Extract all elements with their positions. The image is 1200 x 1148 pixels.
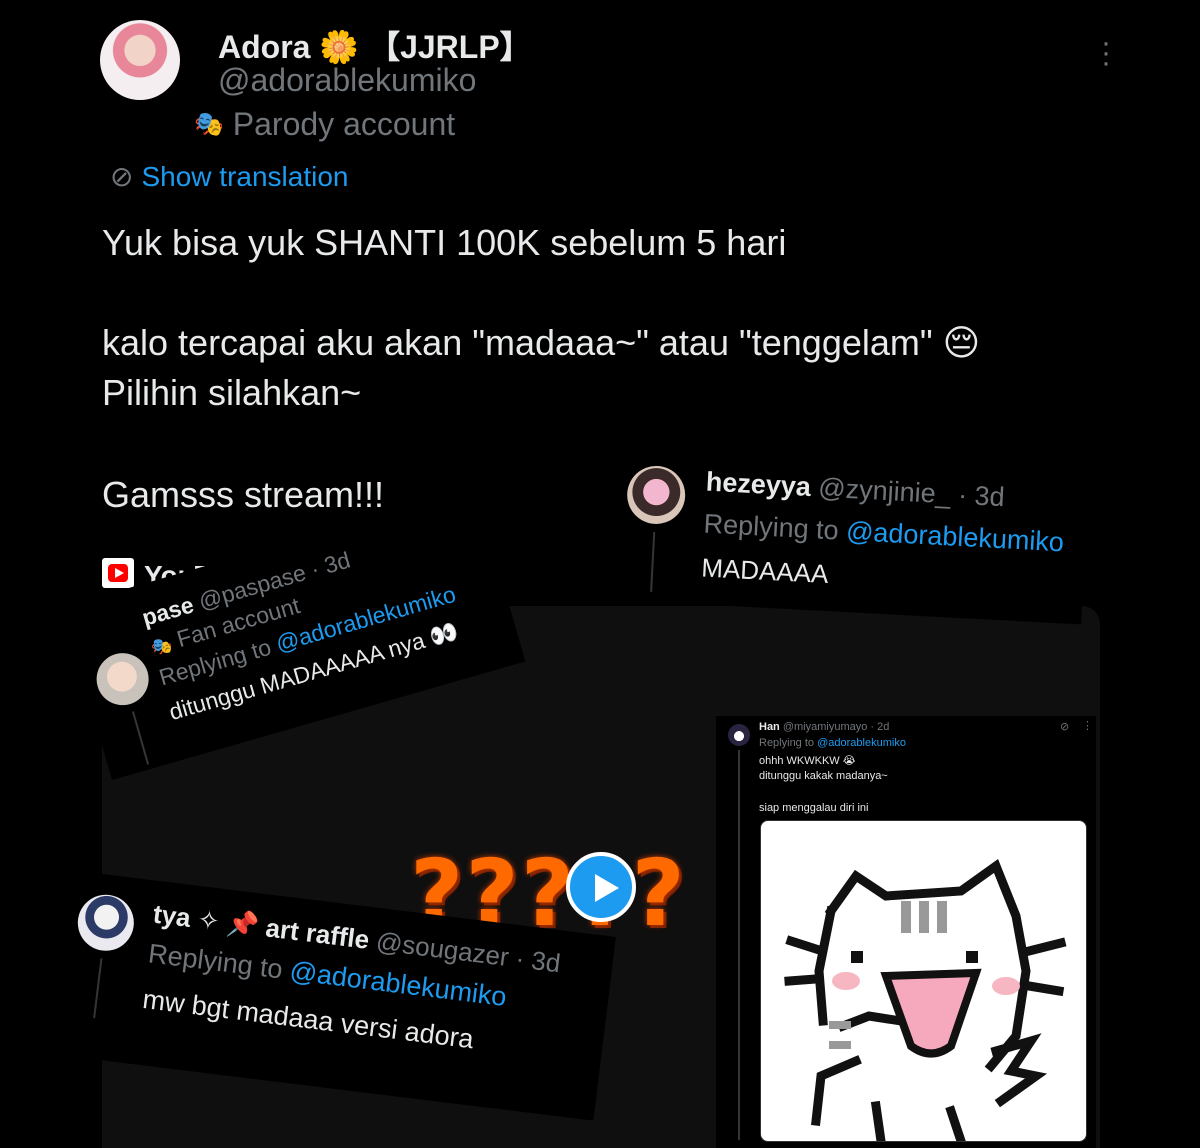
mask-icon: 🎭 — [148, 634, 175, 659]
translate-icon: ⊘ — [110, 161, 134, 192]
tweet-text-line: Gamsss stream!!! — [102, 474, 385, 515]
reply-handle[interactable]: @sougazer — [375, 926, 511, 972]
author-name-tag: 【JJRLP】 — [368, 29, 532, 65]
reply-avatar[interactable] — [74, 891, 138, 954]
reply-avatar[interactable] — [625, 464, 687, 526]
thread-line — [738, 750, 740, 1140]
reply-text-line: siap menggalau diri ini — [759, 802, 869, 814]
tweet-text-line: Pilihin silahkan~ — [102, 372, 362, 413]
reply-name[interactable]: hezeyya — [705, 467, 812, 502]
reply-text-line: ohhh WKWKKW 😭 — [759, 755, 856, 767]
reply-avatar[interactable] — [728, 724, 750, 746]
cat-drawing — [784, 859, 1067, 1141]
show-translation-link[interactable]: ⊘ Show translation — [110, 160, 348, 193]
reply-time: · 2d — [870, 721, 890, 733]
reply-handle[interactable]: @zynjinie_ — [818, 472, 952, 509]
reply-handle[interactable]: @miyamiyumayo — [783, 721, 868, 733]
cat-sticker-image[interactable] — [760, 820, 1087, 1142]
flower-emoji: 🌼 — [319, 29, 360, 65]
tweet-text-line: kalo tercapai aku akan "madaaa~" atau "t… — [102, 322, 981, 363]
author-handle[interactable]: @adorablekumiko — [218, 62, 476, 99]
reply-card-hezeyya[interactable]: hezeyya @zynjinie_ · 3d Replying to @ado… — [611, 440, 1090, 625]
reply-time: · 3d — [514, 943, 563, 979]
replying-to-label: Replying to — [759, 737, 815, 749]
more-icon[interactable]: · · · — [1094, 28, 1118, 78]
mask-icon: 🎭 — [194, 111, 224, 138]
thread-line — [93, 958, 103, 1019]
replying-to-handle[interactable]: @adorablekumiko — [817, 737, 906, 749]
video-play-button[interactable] — [566, 852, 636, 922]
parody-label: 🎭 Parody account — [194, 106, 456, 142]
reply-name[interactable]: Han — [759, 721, 780, 733]
reply-text-line: ditunggu kakak madanya~ — [759, 770, 888, 782]
more-icon[interactable]: ⋮ — [1082, 719, 1093, 732]
reply-time: · 3d — [957, 479, 1006, 513]
author-avatar[interactable] — [100, 20, 180, 100]
youtube-icon — [102, 558, 134, 588]
replying-to-label: Replying to — [702, 508, 840, 546]
author-display-name: Adora — [218, 29, 311, 65]
replying-to-handle[interactable]: @adorablekumiko — [845, 516, 1064, 557]
thread-line — [650, 531, 656, 592]
replying-to-label: Replying to — [146, 938, 285, 985]
grok-icon[interactable]: ⊘ — [1060, 720, 1069, 733]
reply-avatar[interactable] — [90, 647, 155, 712]
thread-line — [131, 711, 150, 765]
reply-time: · 3d — [307, 546, 354, 583]
reply-text: MADAAAA — [700, 552, 830, 590]
tweet-text-line: Yuk bisa yuk SHANTI 100K sebelum 5 hari — [102, 222, 787, 263]
